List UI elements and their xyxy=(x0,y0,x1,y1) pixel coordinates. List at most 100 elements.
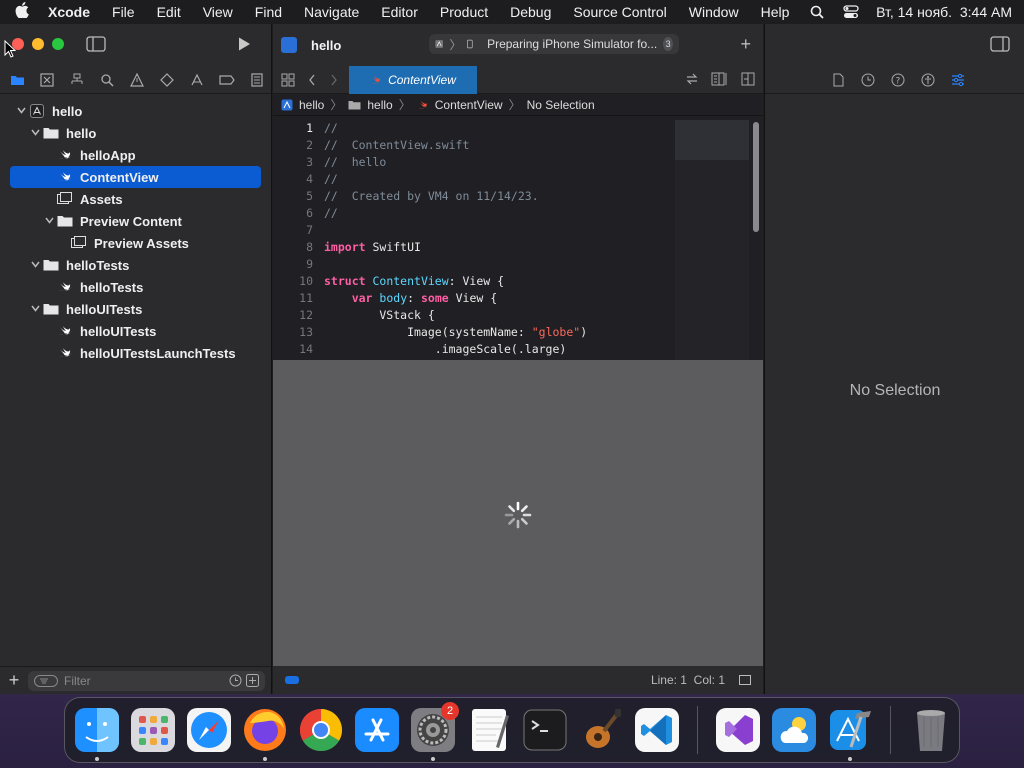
dock-vscode[interactable] xyxy=(633,706,681,754)
breakpoint-navigator-icon[interactable] xyxy=(218,71,236,89)
menu-file[interactable]: File xyxy=(101,4,146,20)
sidebar-toggle-icon[interactable] xyxy=(86,36,106,52)
menubar-clock[interactable]: Вт, 14 нояб. 3:44 AM xyxy=(876,4,1012,20)
disclosure-chevron-down-icon[interactable] xyxy=(28,304,42,314)
menu-navigate[interactable]: Navigate xyxy=(293,4,370,20)
navigator-item[interactable]: hello xyxy=(0,122,271,144)
file-inspector-icon[interactable] xyxy=(829,71,847,89)
code-line[interactable]: var body: some View { xyxy=(324,290,587,307)
code-line[interactable] xyxy=(324,256,587,273)
menu-help[interactable]: Help xyxy=(750,4,801,20)
activity-status[interactable]: 〉 Preparing iPhone Simulator fo... 3 xyxy=(429,34,679,54)
report-navigator-icon[interactable] xyxy=(248,71,266,89)
navigator-item[interactable]: helloUITestsLaunchTests xyxy=(0,342,271,364)
dock-system-settings[interactable]: 2 xyxy=(409,702,459,761)
code-line[interactable]: // Created by VM4 on 11/14/23. xyxy=(324,188,587,205)
navigator-item[interactable]: helloUITests xyxy=(0,320,271,342)
menu-edit[interactable]: Edit xyxy=(146,4,192,20)
disclosure-chevron-down-icon[interactable] xyxy=(14,106,28,116)
device-phone-icon[interactable] xyxy=(467,38,474,50)
find-navigator-icon[interactable] xyxy=(98,71,116,89)
code-line[interactable] xyxy=(324,222,587,239)
minimize-window-button[interactable] xyxy=(32,38,44,50)
code-line[interactable]: import SwiftUI xyxy=(324,239,587,256)
code-line[interactable]: // ContentView.swift xyxy=(324,137,587,154)
code-line[interactable]: // xyxy=(324,205,587,222)
control-center-icon[interactable] xyxy=(842,3,860,21)
activity-count-badge[interactable]: 3 xyxy=(663,37,674,51)
inspector-toggle-icon[interactable] xyxy=(990,36,1010,52)
menu-product[interactable]: Product xyxy=(429,4,499,20)
test-navigator-icon[interactable] xyxy=(158,71,176,89)
navigator-item[interactable]: Preview Assets xyxy=(0,232,271,254)
run-button[interactable] xyxy=(236,36,252,52)
breadcrumb-group[interactable]: hello xyxy=(367,98,392,112)
menu-view[interactable]: View xyxy=(192,4,244,20)
debug-navigator-icon[interactable] xyxy=(188,71,206,89)
debug-area-toggle-icon[interactable] xyxy=(739,675,751,685)
navigator-item[interactable]: Assets xyxy=(0,188,271,210)
source-editor[interactable]: 1 2 3 4 5 6 7 8 9 10 11 12 13 14 //// ContentView.swi… xyxy=(273,116,763,360)
breadcrumb-symbol[interactable]: No Selection xyxy=(527,98,595,112)
navigator-item[interactable]: Preview Content xyxy=(0,210,271,232)
grid-menu-icon[interactable] xyxy=(281,73,295,87)
recent-files-clock-icon[interactable] xyxy=(229,674,242,687)
code-line[interactable]: // hello xyxy=(324,154,587,171)
editor-options-icon[interactable] xyxy=(711,72,729,86)
dock-visual-studio[interactable] xyxy=(714,706,762,754)
code-line[interactable]: Image(systemName: "globe") xyxy=(324,324,587,341)
code-line[interactable]: VStack { xyxy=(324,307,587,324)
menu-find[interactable]: Find xyxy=(244,4,293,20)
attributes-inspector-icon[interactable] xyxy=(949,71,967,89)
quick-help-icon[interactable]: ? xyxy=(889,71,907,89)
navigator-item[interactable]: helloUITests xyxy=(0,298,271,320)
minimap[interactable] xyxy=(675,120,749,360)
preview-canvas[interactable] xyxy=(273,360,763,666)
navigator-item[interactable]: helloApp xyxy=(0,144,271,166)
code-line[interactable]: // xyxy=(324,171,587,188)
disclosure-chevron-down-icon[interactable] xyxy=(28,260,42,270)
disclosure-chevron-down-icon[interactable] xyxy=(42,216,56,226)
menu-app-name[interactable]: Xcode xyxy=(44,4,101,20)
code-text[interactable]: // // ContentView.swift // hello // // Creat… xyxy=(324,120,587,358)
spotlight-search-icon[interactable] xyxy=(808,3,826,21)
apple-menu-icon[interactable] xyxy=(0,2,44,22)
dock-textedit[interactable] xyxy=(465,706,513,754)
filter-options-icon[interactable] xyxy=(34,674,58,687)
dock-weather[interactable] xyxy=(770,706,818,754)
accessibility-inspector-icon[interactable] xyxy=(919,71,937,89)
breadcrumb-file[interactable]: ContentView xyxy=(435,98,503,112)
project-navigator-folder-icon[interactable] xyxy=(8,71,26,89)
add-editor-icon[interactable] xyxy=(741,72,755,86)
dock-terminal[interactable] xyxy=(521,706,569,754)
navigator-item[interactable]: helloTests xyxy=(0,276,271,298)
history-inspector-icon[interactable] xyxy=(859,71,877,89)
dock-firefox[interactable] xyxy=(241,706,289,761)
source-control-navigator-icon[interactable] xyxy=(38,71,56,89)
dock-launchpad[interactable] xyxy=(129,706,177,754)
dock-finder[interactable] xyxy=(73,706,121,761)
zoom-window-button[interactable] xyxy=(52,38,64,50)
menu-window[interactable]: Window xyxy=(678,4,750,20)
dock-chrome[interactable] xyxy=(297,706,345,754)
menu-editor[interactable]: Editor xyxy=(370,4,429,20)
back-chevron-icon[interactable] xyxy=(305,73,319,87)
tab-contentview[interactable]: ContentView xyxy=(349,66,477,94)
code-line[interactable]: struct ContentView: View { xyxy=(324,273,587,290)
dock-app-store[interactable] xyxy=(353,706,401,754)
forward-chevron-icon[interactable] xyxy=(327,73,341,87)
project-title[interactable]: hello xyxy=(311,38,341,53)
scheme-icon[interactable] xyxy=(435,38,444,50)
menu-source-control[interactable]: Source Control xyxy=(562,4,677,20)
navigator-item[interactable]: helloTests xyxy=(0,254,271,276)
navigator-item[interactable]: hello xyxy=(0,100,271,122)
dock-safari[interactable] xyxy=(185,706,233,754)
code-line[interactable]: .imageScale(.large) xyxy=(324,341,587,358)
code-line[interactable]: // xyxy=(324,120,587,137)
symbol-navigator-icon[interactable] xyxy=(68,71,86,89)
disclosure-chevron-down-icon[interactable] xyxy=(28,128,42,138)
menu-debug[interactable]: Debug xyxy=(499,4,562,20)
add-library-button[interactable]: + xyxy=(740,34,751,55)
dock-trash[interactable] xyxy=(907,706,955,754)
dock-garageband[interactable] xyxy=(577,706,625,754)
